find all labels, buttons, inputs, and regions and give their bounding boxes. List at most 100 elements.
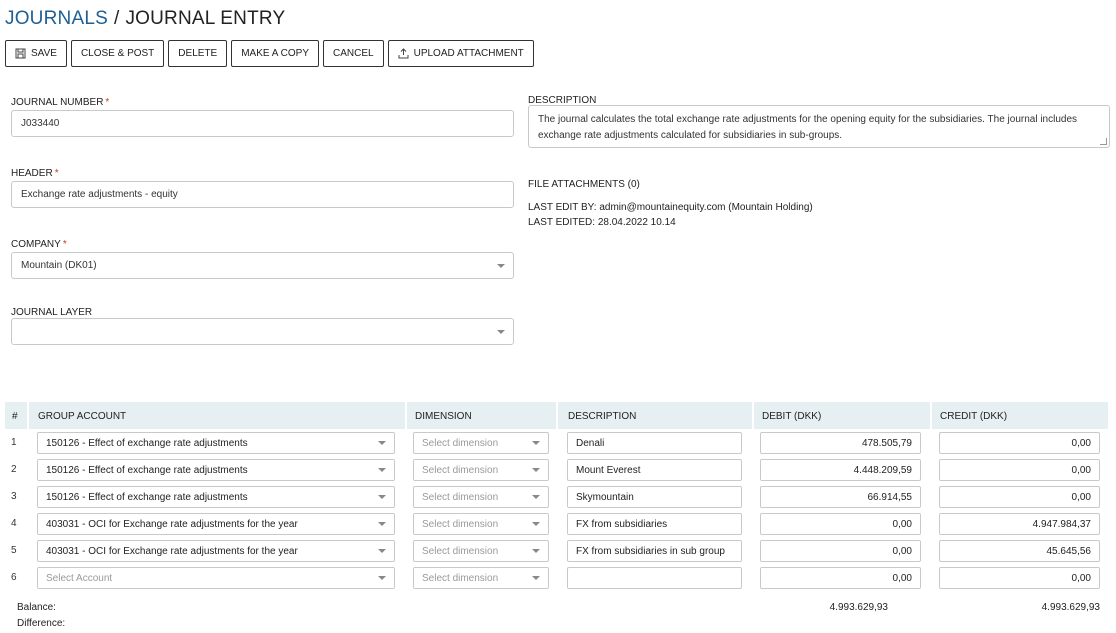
debit-value: 0,00 bbox=[892, 518, 912, 530]
cancel-button[interactable]: CANCEL bbox=[323, 40, 384, 67]
dimension-select[interactable]: Select dimension bbox=[413, 486, 549, 508]
debit-value: 0,00 bbox=[892, 572, 912, 584]
last-edited: LAST EDITED: 28.04.2022 10.14 bbox=[528, 217, 676, 228]
journal-number-field[interactable]: J033440 bbox=[11, 110, 514, 137]
dimension-select[interactable]: Select dimension bbox=[413, 432, 549, 454]
credit-value: 0,00 bbox=[1071, 437, 1091, 449]
file-attachments-count: FILE ATTACHMENTS (0) bbox=[528, 179, 640, 190]
line-description-input[interactable]: Denali bbox=[567, 432, 742, 454]
delete-label: DELETE bbox=[178, 48, 218, 59]
debit-input[interactable]: 66.914,55 bbox=[760, 486, 921, 508]
chevron-down-icon bbox=[532, 468, 540, 472]
line-description-input[interactable] bbox=[567, 567, 742, 589]
debit-input[interactable]: 0,00 bbox=[760, 513, 921, 535]
balance-credit: 4.993.629,93 bbox=[1041, 602, 1100, 613]
header-field[interactable]: Exchange rate adjustments - equity bbox=[11, 181, 514, 208]
credit-input[interactable]: 4.947.984,37 bbox=[939, 513, 1100, 535]
debit-input[interactable]: 4.448.209,59 bbox=[760, 459, 921, 481]
col-description: DESCRIPTION bbox=[568, 411, 637, 422]
dimension-select[interactable]: Select dimension bbox=[413, 567, 549, 589]
last-edit-by: LAST EDIT BY: admin@mountainequity.com (… bbox=[528, 202, 813, 213]
line-description-value: FX from subsidiaries bbox=[576, 518, 668, 530]
page-title: JOURNALS / JOURNAL ENTRY bbox=[5, 8, 285, 30]
col-credit: CREDIT (DKK) bbox=[940, 411, 1008, 422]
dimension-select[interactable]: Select dimension bbox=[413, 459, 549, 481]
credit-input[interactable]: 0,00 bbox=[939, 432, 1100, 454]
close-post-label: CLOSE & POST bbox=[80, 48, 155, 59]
dimension-select[interactable]: Select dimension bbox=[413, 540, 549, 562]
group-account-select[interactable]: 150126 - Effect of exchange rate adjustm… bbox=[37, 486, 395, 508]
delete-button[interactable]: DELETE bbox=[168, 40, 228, 67]
debit-value: 66.914,55 bbox=[867, 491, 913, 503]
chevron-down-icon bbox=[497, 330, 505, 334]
breadcrumb-journals[interactable]: JOURNALS bbox=[5, 8, 108, 29]
group-account-select[interactable]: 150126 - Effect of exchange rate adjustm… bbox=[37, 459, 395, 481]
debit-input[interactable]: 0,00 bbox=[760, 567, 921, 589]
chevron-down-icon bbox=[378, 576, 386, 580]
group-account-select[interactable]: 403031 - OCI for Exchange rate adjustmen… bbox=[37, 540, 395, 562]
line-description-input[interactable]: FX from subsidiaries in sub group bbox=[567, 540, 742, 562]
line-description-value: Denali bbox=[576, 437, 605, 449]
chevron-down-icon bbox=[378, 441, 386, 445]
chevron-down-icon bbox=[378, 468, 386, 472]
group-account-select[interactable]: Select Account bbox=[37, 567, 395, 589]
company-value: Mountain (DK01) bbox=[21, 260, 97, 271]
col-dimension: DIMENSION bbox=[415, 411, 472, 422]
dimension-value: Select dimension bbox=[422, 545, 499, 557]
upload-icon bbox=[398, 48, 409, 59]
header-label: HEADER * bbox=[11, 168, 59, 179]
table-row: 3 150126 - Effect of exchange rate adjust… bbox=[0, 484, 1116, 511]
chevron-down-icon bbox=[497, 264, 505, 268]
row-number: 2 bbox=[11, 464, 17, 475]
save-button[interactable]: SAVE bbox=[5, 40, 67, 67]
credit-value: 45.645,56 bbox=[1046, 545, 1092, 557]
dimension-value: Select dimension bbox=[422, 518, 499, 530]
chevron-down-icon bbox=[532, 576, 540, 580]
upload-label: UPLOAD ATTACHMENT bbox=[413, 48, 524, 59]
make-copy-button[interactable]: MAKE A COPY bbox=[231, 40, 320, 67]
difference-label: Difference: bbox=[17, 618, 66, 629]
chevron-down-icon bbox=[378, 549, 386, 553]
description-textarea[interactable]: The journal calculates the total exchang… bbox=[528, 105, 1110, 148]
upload-attachment-button[interactable]: UPLOAD ATTACHMENT bbox=[387, 40, 534, 67]
dimension-select[interactable]: Select dimension bbox=[413, 513, 549, 535]
breadcrumb-separator: / bbox=[113, 8, 120, 29]
resize-handle-icon[interactable] bbox=[1100, 138, 1107, 145]
dimension-value: Select dimension bbox=[422, 464, 499, 476]
table-row: 2 150126 - Effect of exchange rate adjust… bbox=[0, 457, 1116, 484]
line-description-input[interactable]: Mount Everest bbox=[567, 459, 742, 481]
line-description-input[interactable]: FX from subsidiaries bbox=[567, 513, 742, 535]
col-num: # bbox=[12, 411, 18, 422]
journal-number-value: J033440 bbox=[21, 118, 60, 129]
group-account-value: 150126 - Effect of exchange rate adjustm… bbox=[46, 437, 248, 449]
table-header: # GROUP ACCOUNT DIMENSION DESCRIPTION DE… bbox=[5, 402, 1108, 429]
table-row: 6 Select Account Select dimension 0,00 0,00 bbox=[0, 565, 1116, 592]
journal-number-label: JOURNAL NUMBER * bbox=[11, 97, 110, 108]
col-debit: DEBIT (DKK) bbox=[762, 411, 822, 422]
group-account-value: 403031 - OCI for Exchange rate adjustmen… bbox=[46, 545, 298, 557]
credit-input[interactable]: 0,00 bbox=[939, 459, 1100, 481]
group-account-select[interactable]: 150126 - Effect of exchange rate adjustm… bbox=[37, 432, 395, 454]
debit-value: 4.448.209,59 bbox=[853, 464, 912, 476]
make-copy-label: MAKE A COPY bbox=[241, 48, 310, 59]
group-account-value: 150126 - Effect of exchange rate adjustm… bbox=[46, 464, 248, 476]
credit-input[interactable]: 0,00 bbox=[939, 486, 1100, 508]
company-label: COMPANY * bbox=[11, 239, 67, 250]
debit-input[interactable]: 478.505,79 bbox=[760, 432, 921, 454]
debit-input[interactable]: 0,00 bbox=[760, 540, 921, 562]
company-select[interactable]: Mountain (DK01) bbox=[11, 252, 514, 279]
credit-value: 0,00 bbox=[1071, 491, 1091, 503]
credit-input[interactable]: 0,00 bbox=[939, 567, 1100, 589]
chevron-down-icon bbox=[532, 522, 540, 526]
journal-layer-select[interactable] bbox=[11, 318, 514, 345]
chevron-down-icon bbox=[532, 549, 540, 553]
line-description-input[interactable]: Skymountain bbox=[567, 486, 742, 508]
credit-input[interactable]: 45.645,56 bbox=[939, 540, 1100, 562]
close-post-button[interactable]: CLOSE & POST bbox=[70, 40, 165, 67]
cancel-label: CANCEL bbox=[333, 48, 374, 59]
breadcrumb-current: JOURNAL ENTRY bbox=[125, 8, 286, 29]
credit-value: 0,00 bbox=[1071, 464, 1091, 476]
col-group-account: GROUP ACCOUNT bbox=[38, 411, 127, 422]
group-account-select[interactable]: 403031 - OCI for Exchange rate adjustmen… bbox=[37, 513, 395, 535]
row-number: 5 bbox=[11, 545, 17, 556]
